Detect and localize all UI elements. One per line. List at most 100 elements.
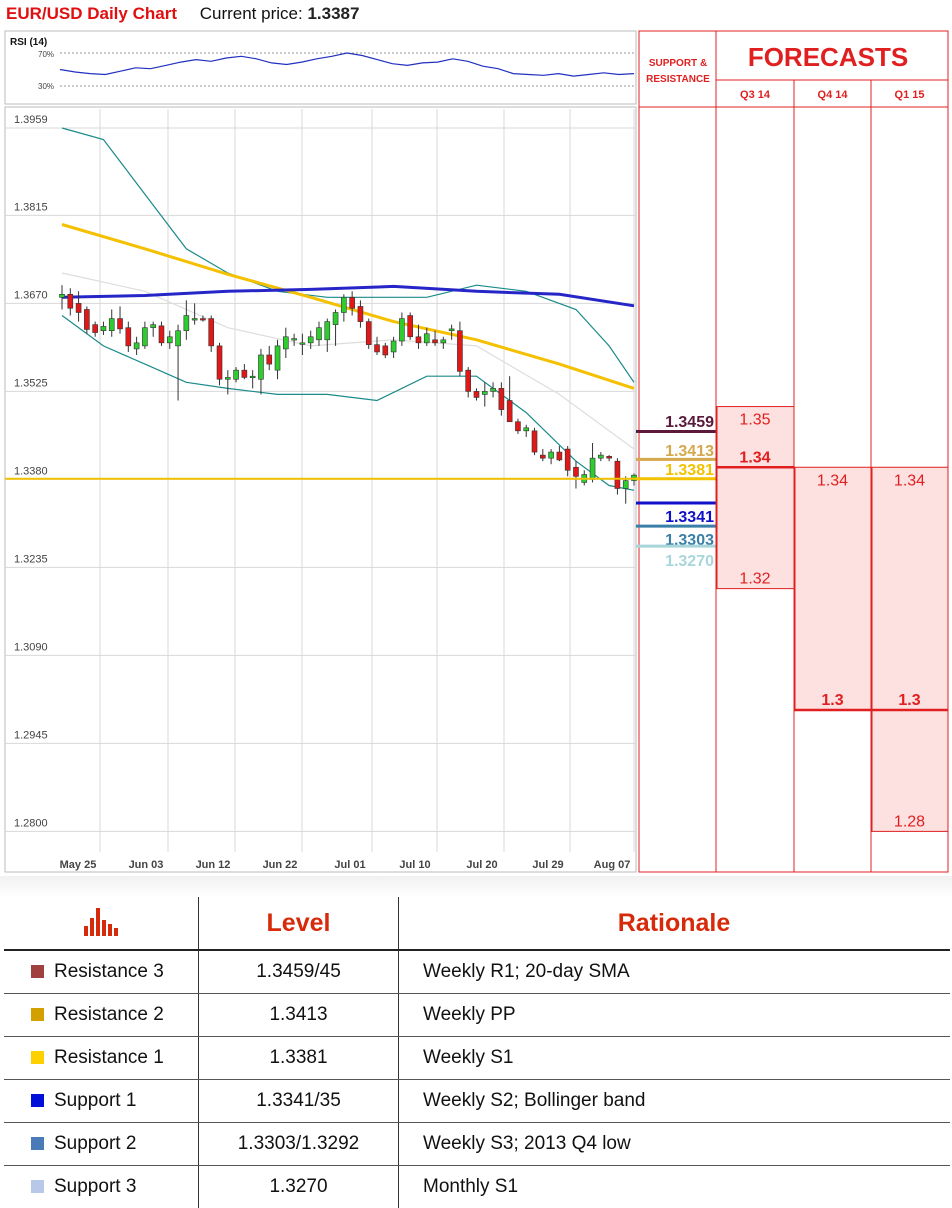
- x-tick-label: Jul 01: [334, 859, 365, 871]
- level-header: Level: [199, 897, 399, 950]
- level-value: 1.3459/45: [199, 950, 399, 994]
- x-tick-label: Aug 07: [594, 859, 631, 871]
- candle-body: [176, 331, 181, 346]
- level-color-swatch: [31, 1180, 44, 1193]
- candle-body: [234, 370, 239, 379]
- candle-body: [341, 297, 346, 312]
- y-tick-label: 1.2945: [14, 729, 48, 741]
- table-row: Resistance 21.3413Weekly PP: [4, 994, 950, 1037]
- level-rationale: Weekly S1: [399, 1037, 951, 1080]
- candle-body: [507, 400, 512, 421]
- candle-body: [350, 297, 355, 308]
- candle-body: [358, 306, 363, 321]
- row-name-cell: Support 3: [4, 1166, 199, 1208]
- candle-body: [416, 337, 421, 343]
- candle-body: [76, 303, 81, 312]
- candle-body: [532, 431, 537, 452]
- candle-body: [557, 452, 562, 460]
- candle-body: [491, 388, 496, 391]
- sr-level-label: 1.3270: [665, 553, 714, 570]
- forecast-low-label: 1.32: [739, 571, 770, 588]
- candle-body: [192, 319, 197, 321]
- level-name: Support 3: [54, 1176, 136, 1197]
- eurusd-chart: RSI (14)70%30%1.39591.38151.36701.35251.…: [0, 0, 952, 876]
- candle-body: [623, 481, 628, 489]
- sr-level-label: 1.3381: [665, 462, 714, 479]
- candle-body: [267, 355, 272, 364]
- candle-body: [167, 337, 172, 343]
- y-tick-label: 1.3525: [14, 377, 48, 389]
- table-icon-cell: [4, 897, 199, 950]
- rsi-lower-label: 30%: [38, 82, 54, 91]
- row-name-cell: Support 2: [4, 1123, 199, 1166]
- forecast-range-box: [872, 467, 948, 831]
- rsi-panel: [5, 31, 636, 104]
- level-color-swatch: [31, 1008, 44, 1021]
- level-color-swatch: [31, 965, 44, 978]
- candle-body: [615, 461, 620, 488]
- candle-body: [60, 294, 65, 297]
- rsi-label: RSI (14): [10, 37, 47, 48]
- x-tick-label: Jun 03: [129, 859, 164, 871]
- candle-body: [366, 322, 371, 345]
- forecast-title: FORECASTS: [748, 42, 908, 72]
- forecast-column-name: Q3 14: [740, 89, 771, 101]
- table-row: Support 11.3341/35Weekly S2; Bollinger b…: [4, 1080, 950, 1123]
- y-tick-label: 1.3959: [14, 114, 48, 126]
- candle-body: [84, 309, 89, 329]
- x-tick-label: Jul 10: [399, 859, 430, 871]
- sr-header-line2: RESISTANCE: [646, 74, 710, 85]
- candle-body: [118, 319, 123, 329]
- forecast-high-label: 1.35: [739, 412, 770, 429]
- candle-body: [391, 341, 396, 352]
- y-tick-label: 1.3670: [14, 289, 48, 301]
- candle-body: [457, 331, 462, 372]
- candle-body: [250, 376, 255, 378]
- candle-body: [325, 322, 330, 340]
- level-name: Resistance 1: [54, 1047, 164, 1068]
- table-header-row: Level Rationale: [4, 897, 950, 950]
- x-tick-label: Jul 29: [532, 859, 563, 871]
- sr-level-label: 1.3459: [665, 414, 714, 431]
- candle-body: [200, 319, 205, 321]
- table-row: Resistance 3 1.3459/45Weekly R1; 20-day S…: [4, 950, 950, 994]
- row-name-cell: Resistance 1: [4, 1037, 199, 1080]
- candle-body: [308, 337, 313, 343]
- level-name: Resistance 3: [54, 961, 164, 982]
- chart-title: EUR/USD Daily Chart: [6, 4, 177, 23]
- level-value: 1.3303/1.3292: [199, 1123, 399, 1166]
- candle-body: [515, 422, 520, 431]
- candle-body: [449, 329, 454, 331]
- bar-chart-icon: [82, 904, 120, 936]
- level-rationale: Monthly S1: [399, 1166, 951, 1208]
- candle-body: [159, 326, 164, 343]
- candle-body: [316, 328, 321, 340]
- candle-body: [549, 452, 554, 458]
- rationale-header: Rationale: [399, 897, 951, 950]
- level-rationale: Weekly PP: [399, 994, 951, 1037]
- candle-body: [300, 343, 305, 345]
- forecast-range-box: [795, 467, 871, 710]
- level-name: Resistance 2: [54, 1004, 164, 1025]
- table-row: Support 21.3303/1.3292Weekly S3; 2013 Q4…: [4, 1123, 950, 1166]
- sr-level-label: 1.3413: [665, 443, 714, 460]
- y-tick-label: 1.3235: [14, 553, 48, 565]
- level-name: Support 2: [54, 1133, 136, 1154]
- levels-table: Level Rationale Resistance 3 1.3459/45Wee…: [4, 897, 950, 1208]
- y-tick-label: 1.3090: [14, 641, 48, 653]
- candle-body: [573, 467, 578, 476]
- forecast-mid-label: 1.34: [739, 449, 770, 466]
- candle-body: [184, 316, 189, 331]
- x-tick-label: May 25: [60, 859, 97, 871]
- y-tick-label: 1.2800: [14, 817, 48, 829]
- candle-body: [242, 370, 247, 377]
- forecast-high-label: 1.34: [894, 472, 925, 489]
- candle-body: [441, 340, 446, 343]
- forecast-low-label: 1.28: [894, 813, 925, 830]
- row-name-cell: Resistance 2: [4, 994, 199, 1037]
- candle-body: [540, 455, 545, 458]
- level-rationale: Weekly R1; 20-day SMA: [399, 950, 951, 994]
- forecast-high-label: 1.34: [817, 472, 848, 489]
- forecast-mid-label: 1.3: [821, 692, 843, 709]
- forecast-mid-label: 1.3: [898, 692, 920, 709]
